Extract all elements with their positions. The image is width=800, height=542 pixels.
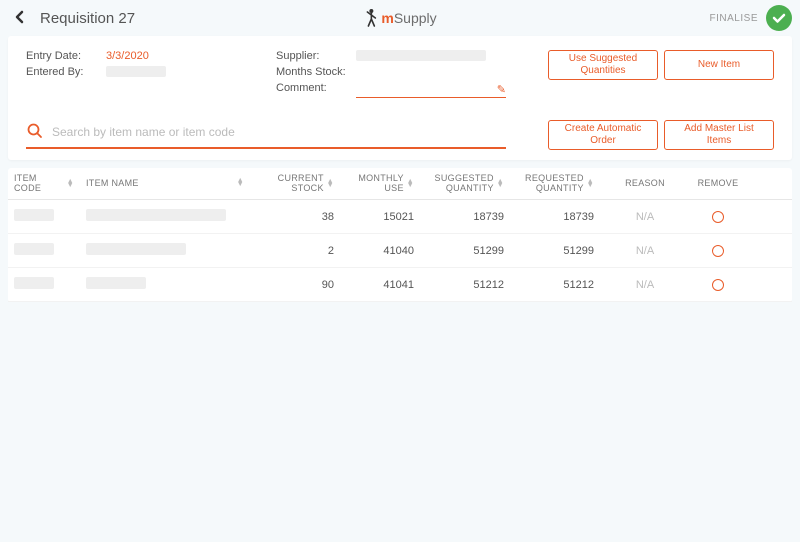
col-remove: REMOVE [690,179,746,189]
remove-row-button[interactable] [690,211,746,223]
cell-item-name [80,209,250,224]
col-reason: REASON [600,179,690,189]
supplier-label: Supplier: [276,50,356,62]
col-requested-qty[interactable]: REQUESTED QUANTITY▲▼ [510,174,600,194]
cell-reason: N/A [600,279,690,291]
cell-suggested: 18739 [420,211,510,223]
table-row: 90410415121251212N/A [8,268,792,302]
details-panel: Entry Date: 3/3/2020 Entered By: Supplie… [8,36,792,160]
supplier-value [356,50,486,61]
cell-monthly-use: 41041 [340,279,420,291]
cell-reason: N/A [600,245,690,257]
sort-icon: ▲▼ [67,180,74,188]
cell-reason: N/A [600,211,690,223]
cell-monthly-use: 15021 [340,211,420,223]
col-item-name[interactable]: ITEM NAME▲▼ [80,179,250,189]
remove-icon [712,245,724,257]
cell-suggested: 51212 [420,279,510,291]
remove-icon [712,211,724,223]
finalise-label: FINALISE [710,13,758,24]
cell-suggested: 51299 [420,245,510,257]
remove-row-button[interactable] [690,279,746,291]
items-table: ITEM CODE▲▼ ITEM NAME▲▼ CURRENT STOCK▲▼ … [8,168,792,302]
remove-icon [712,279,724,291]
comment-label: Comment: [276,82,356,98]
table-row: 38150211873918739N/A [8,200,792,234]
col-suggested-qty[interactable]: SUGGESTED QUANTITY▲▼ [420,174,510,194]
use-suggested-button[interactable]: Use Suggested Quantities [548,50,658,80]
cell-item-code [8,209,80,224]
col-monthly-use[interactable]: MONTHLY USE▲▼ [340,174,420,194]
sort-icon: ▲▼ [587,180,594,188]
sort-icon: ▲▼ [497,180,504,188]
entry-date-value: 3/3/2020 [106,50,149,62]
cell-current-stock: 2 [250,245,340,257]
comment-input[interactable]: ✎ [356,82,506,98]
add-master-list-button[interactable]: Add Master List Items [664,120,774,150]
brand-logo: mSupply [363,8,436,28]
msupply-icon [363,8,379,28]
cell-current-stock: 38 [250,211,340,223]
cell-item-name [80,277,250,292]
sort-icon: ▲▼ [237,179,244,187]
pencil-icon: ✎ [497,83,506,96]
finalise-button[interactable] [766,5,792,31]
cell-monthly-use: 41040 [340,245,420,257]
page-title: Requisition 27 [40,10,135,27]
table-row: 2410405129951299N/A [8,234,792,268]
entry-date-label: Entry Date: [26,50,106,62]
check-icon [771,10,787,26]
cell-current-stock: 90 [250,279,340,291]
cell-item-name [80,243,250,258]
col-current-stock[interactable]: CURRENT STOCK▲▼ [250,174,340,194]
create-automatic-order-button[interactable]: Create Automatic Order [548,120,658,150]
col-item-code[interactable]: ITEM CODE▲▼ [8,174,80,194]
sort-icon: ▲▼ [327,180,334,188]
back-button[interactable] [8,4,32,33]
sort-icon: ▲▼ [407,180,414,188]
search-icon [26,122,44,143]
cell-requested[interactable]: 18739 [510,211,600,223]
months-stock-label: Months Stock: [276,66,356,78]
search-input[interactable] [52,125,506,139]
entered-by-value [106,66,166,77]
cell-item-code [8,277,80,292]
cell-requested[interactable]: 51299 [510,245,600,257]
remove-row-button[interactable] [690,245,746,257]
entered-by-label: Entered By: [26,66,106,78]
new-item-button[interactable]: New Item [664,50,774,80]
cell-requested[interactable]: 51212 [510,279,600,291]
cell-item-code [8,243,80,258]
